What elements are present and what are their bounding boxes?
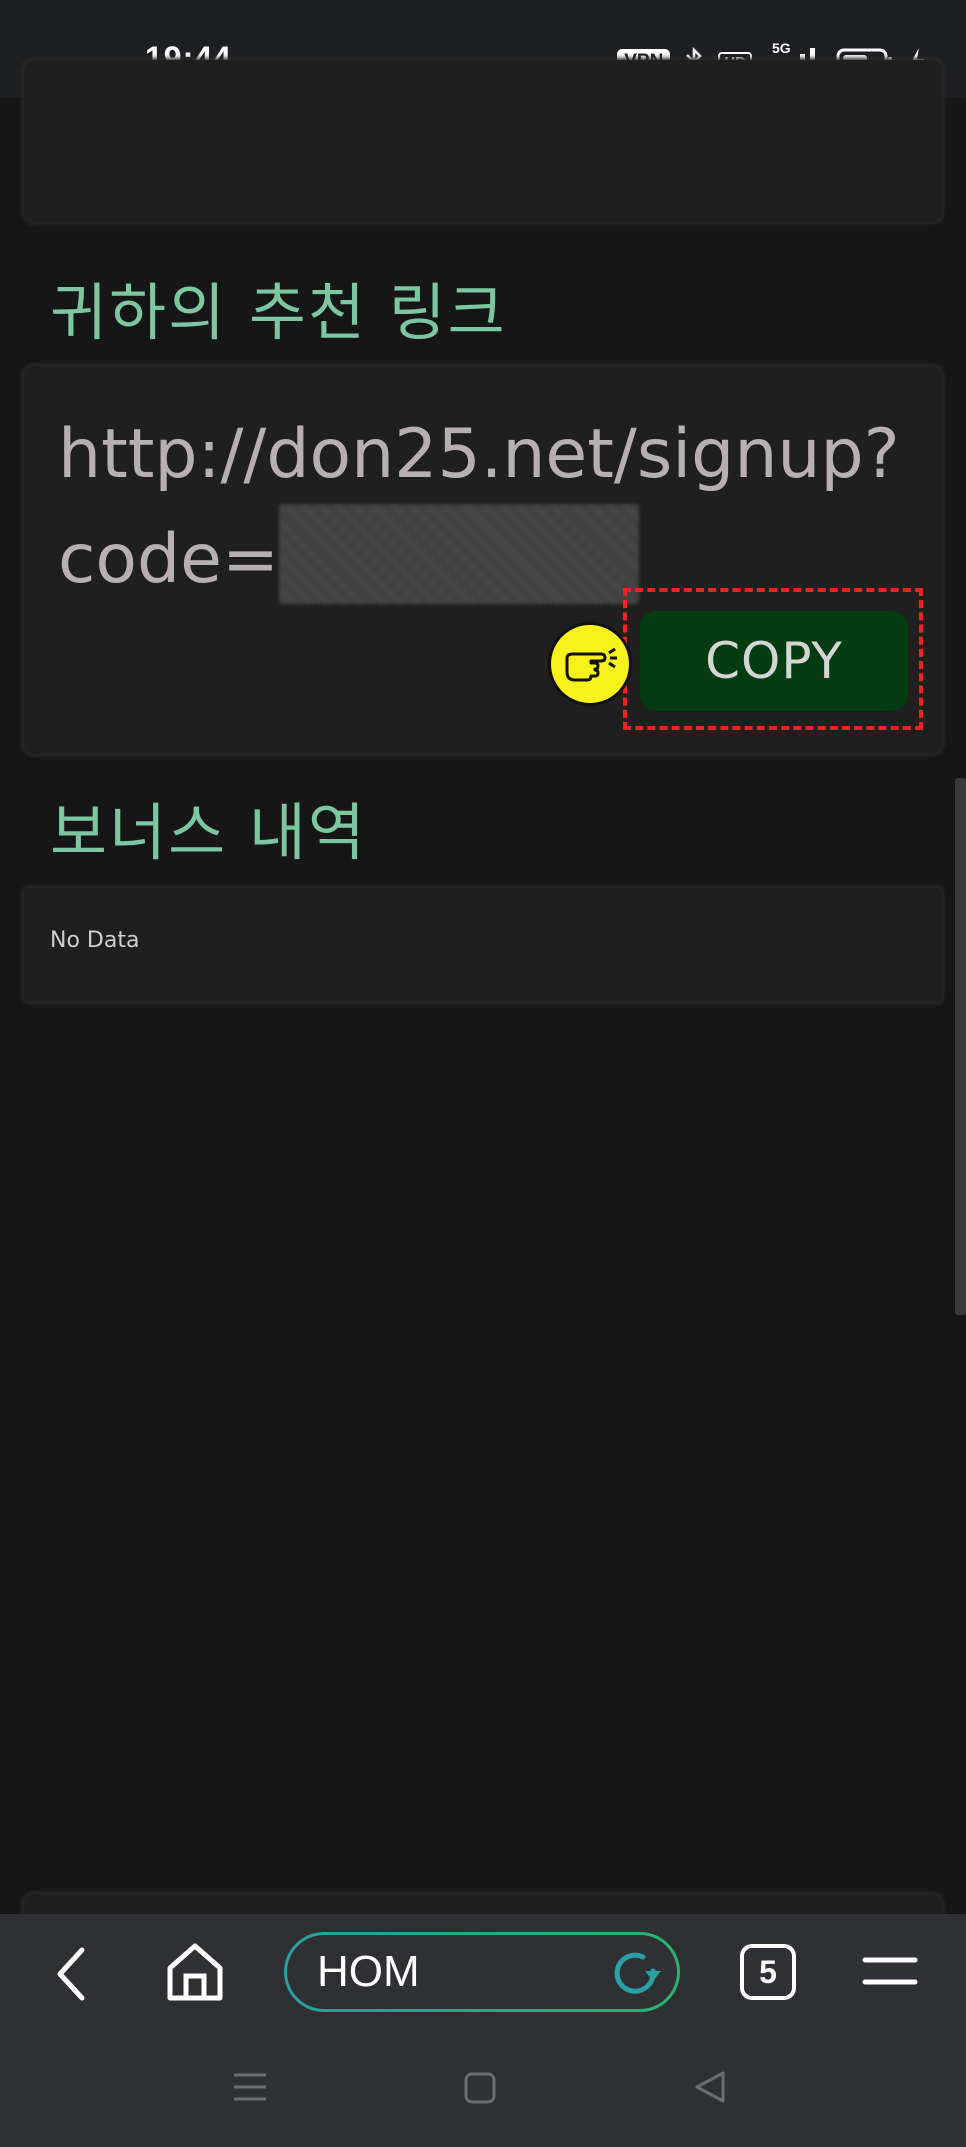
bonus-title: 보너스 내역 — [50, 796, 367, 869]
address-bar-text: HOM — [317, 1947, 420, 1996]
copy-button[interactable]: COPY — [640, 611, 908, 711]
top-card — [24, 60, 942, 222]
address-bar[interactable]: HOM — [284, 1932, 680, 2012]
page-scrollbar[interactable] — [955, 778, 966, 1315]
system-back-icon[interactable] — [694, 2070, 726, 2104]
recent-apps-icon[interactable] — [232, 2072, 268, 2102]
referral-link[interactable]: http://don25.net/signup?code= — [58, 406, 928, 609]
home-icon[interactable] — [164, 1942, 226, 2002]
redacted-code — [278, 504, 639, 604]
bonus-table — [24, 888, 942, 1002]
tabs-button[interactable]: 5 — [740, 1944, 796, 2000]
menu-icon[interactable] — [862, 1954, 918, 1990]
referral-title: 귀하의 추천 링크 — [50, 276, 507, 349]
reload-icon[interactable] — [609, 1947, 665, 1999]
back-icon[interactable] — [52, 1946, 92, 2002]
no-data-text: No Data — [50, 928, 140, 953]
pointing-hand-icon — [548, 622, 632, 706]
system-home-icon[interactable] — [464, 2072, 496, 2104]
